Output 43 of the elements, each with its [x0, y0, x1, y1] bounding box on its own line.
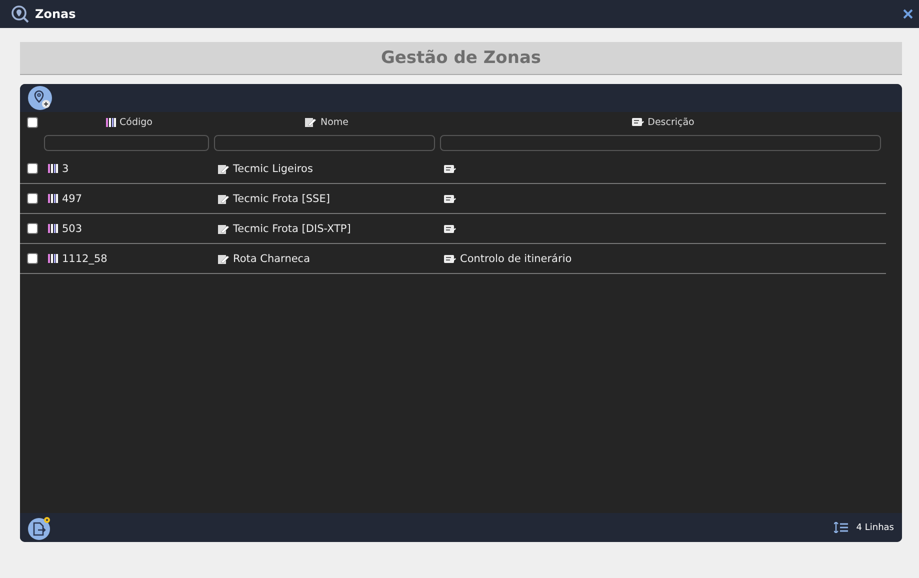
- text-edit-icon: [444, 224, 456, 232]
- export-settings-button[interactable]: [28, 516, 52, 540]
- table-cell: 3: [62, 162, 69, 174]
- edit-note-icon: [305, 117, 316, 127]
- filter-field[interactable]: [440, 135, 881, 151]
- row-checkbox[interactable]: [26, 193, 38, 204]
- barcode-icon: [48, 224, 58, 233]
- edit-note-icon: [218, 194, 229, 204]
- table-cell: 497: [62, 192, 82, 204]
- table-cell: Rota Charneca: [233, 252, 310, 264]
- table-cell: Tecmic Frota [SSE]: [233, 192, 330, 204]
- barcode-icon: [48, 164, 58, 173]
- row-checkbox[interactable]: [26, 253, 38, 264]
- map-search-icon: [11, 5, 29, 23]
- row-count: 4 Linhas: [856, 522, 894, 532]
- page-heading: Gestão de Zonas: [20, 42, 902, 75]
- edit-note-icon: [218, 224, 229, 234]
- close-icon[interactable]: [903, 9, 913, 19]
- edit-note-icon: [218, 164, 229, 174]
- text-edit-icon: [444, 164, 456, 172]
- text-edit-icon: [444, 194, 456, 202]
- table-cell: 1112_58: [62, 252, 108, 264]
- table-cell: Tecmic Frota [DIS-XTP]: [233, 222, 351, 234]
- text-edit-icon: [632, 118, 644, 126]
- table-cell: Controlo de itinerário: [460, 252, 572, 264]
- row-checkbox[interactable]: [26, 223, 38, 234]
- text-edit-icon: [444, 254, 456, 262]
- sort-list-icon: [834, 522, 848, 533]
- column-header[interactable]: Código: [120, 116, 152, 128]
- filter-field[interactable]: [44, 135, 209, 151]
- column-header[interactable]: Nome: [320, 116, 349, 128]
- table-cell: Tecmic Ligeiros: [233, 162, 313, 174]
- table-cell: 503: [62, 222, 82, 234]
- barcode-icon: [106, 118, 116, 126]
- row-checkbox[interactable]: [26, 163, 38, 174]
- window-title: Zonas: [35, 7, 77, 21]
- barcode-icon: [48, 254, 58, 263]
- barcode-icon: [48, 194, 58, 203]
- edit-note-icon: [218, 254, 229, 264]
- column-header[interactable]: Descrição: [648, 116, 694, 128]
- select-all-checkbox[interactable]: [26, 116, 38, 128]
- add-location-button[interactable]: [28, 86, 52, 110]
- filter-field[interactable]: [214, 135, 435, 151]
